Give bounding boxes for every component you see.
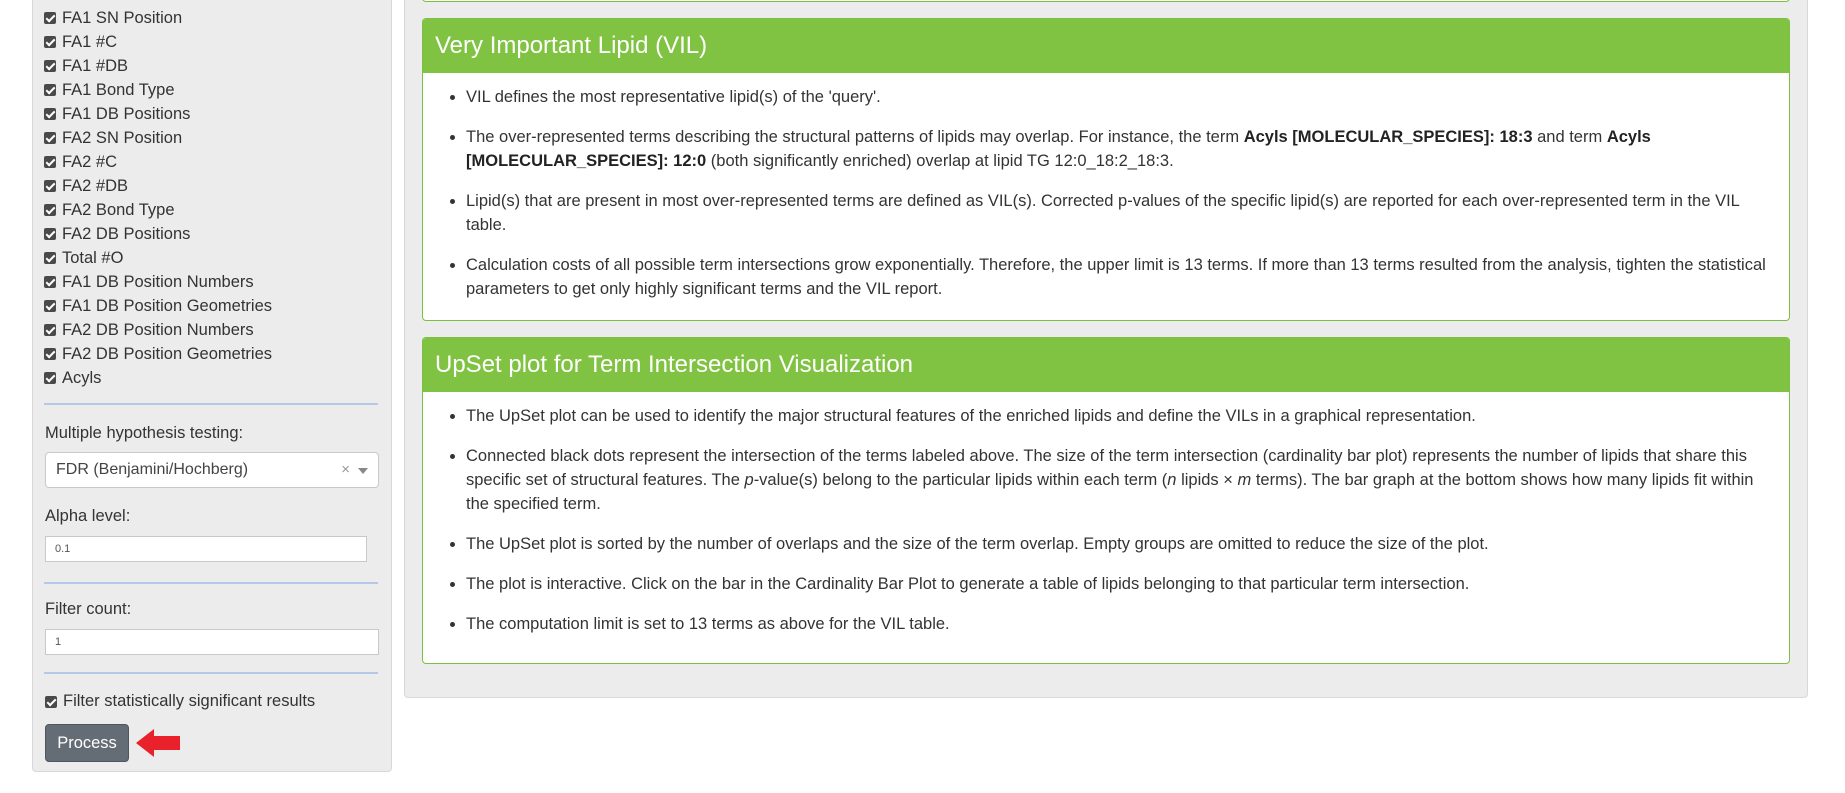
checkbox-box[interactable] xyxy=(44,108,56,120)
list-item: The plot is interactive. Click on the ba… xyxy=(466,572,1773,596)
checkbox-label: FA1 SN Position xyxy=(62,8,183,27)
checkbox-box[interactable] xyxy=(44,276,56,288)
checkbox-fa2-db[interactable]: FA2 #DB xyxy=(44,174,272,198)
red-arrow-icon xyxy=(136,729,180,757)
vil-card-title: Very Important Lipid (VIL) xyxy=(423,19,1789,73)
upset-info-list: The UpSet plot can be used to identify t… xyxy=(439,404,1773,636)
divider xyxy=(44,672,378,674)
checkbox-box[interactable] xyxy=(44,36,56,48)
checkbox-fa2-db-position-geometries[interactable]: FA2 DB Position Geometries xyxy=(44,342,272,366)
list-item: The over-represented terms describing th… xyxy=(466,125,1773,173)
checkbox-box[interactable] xyxy=(44,228,56,240)
list-item: The UpSet plot is sorted by the number o… xyxy=(466,532,1773,556)
checkbox-label: FA1 #DB xyxy=(62,56,129,75)
arrow-shape xyxy=(136,729,180,757)
list-item: VIL defines the most representative lipi… xyxy=(466,85,1773,109)
checkbox-label: FA1 DB Positions xyxy=(62,104,191,123)
checkbox-box[interactable] xyxy=(44,252,56,264)
select-value: FDR (Benjamini/Hochberg) xyxy=(56,461,249,478)
upset-card-title: UpSet plot for Term Intersection Visuali… xyxy=(423,338,1789,392)
list-item: The computation limit is set to 13 terms… xyxy=(466,612,1773,636)
term-acyls-18-3: Acyls [MOLECULAR_SPECIES]: 18:3 xyxy=(1243,128,1533,146)
checkbox-label: FA2 Bond Type xyxy=(62,200,175,219)
filter-count-input[interactable] xyxy=(45,629,379,655)
upset-card-body: The UpSet plot can be used to identify t… xyxy=(423,392,1789,636)
multiple-testing-select[interactable]: FDR (Benjamini/Hochberg) × xyxy=(45,452,379,488)
checkbox-box[interactable] xyxy=(44,324,56,336)
list-item: The UpSet plot can be used to identify t… xyxy=(466,404,1773,428)
text-segment: and term xyxy=(1532,128,1607,146)
list-item: Lipid(s) that are present in most over-r… xyxy=(466,189,1773,237)
checkbox-box[interactable] xyxy=(44,156,56,168)
checkbox-label: FA2 #DB xyxy=(62,176,129,195)
checkbox-label: FA2 DB Position Numbers xyxy=(62,320,254,339)
italic-p: p xyxy=(744,471,754,489)
checkbox-box[interactable] xyxy=(44,84,56,96)
checkbox-fa1-db[interactable]: FA1 #DB xyxy=(44,54,272,78)
checkbox-fa1-db-position-numbers[interactable]: FA1 DB Position Numbers xyxy=(44,270,272,294)
checkbox-fa2-db-positions[interactable]: FA2 DB Positions xyxy=(44,222,272,246)
list-item: Calculation costs of all possible term i… xyxy=(466,253,1773,301)
alpha-level-label: Alpha level: xyxy=(45,507,131,525)
multiple-testing-label: Multiple hypothesis testing: xyxy=(45,424,244,442)
text-segment: -value(s) belong to the particular lipid… xyxy=(753,471,1168,489)
alpha-level-input[interactable] xyxy=(45,536,367,562)
text-segment: The over-represented terms describing th… xyxy=(466,128,1244,146)
checkbox-box[interactable] xyxy=(44,12,56,24)
checkbox-label: Total #O xyxy=(62,248,124,267)
checkbox-label: FA2 SN Position xyxy=(62,128,183,147)
checkbox-fa1-bond-type[interactable]: FA1 Bond Type xyxy=(44,78,272,102)
checkbox-fa2-sn-position[interactable]: FA2 SN Position xyxy=(44,126,272,150)
checkbox-label: FA1 Bond Type xyxy=(62,80,175,99)
checkbox-fa1-db-positions[interactable]: FA1 DB Positions xyxy=(44,102,272,126)
divider xyxy=(44,582,378,584)
checkbox-total-o[interactable]: Total #O xyxy=(44,246,272,270)
checkbox-fa2-db-position-numbers[interactable]: FA2 DB Position Numbers xyxy=(44,318,272,342)
checkbox-fa2-c[interactable]: FA2 #C xyxy=(44,150,272,174)
vil-card: Very Important Lipid (VIL) VIL defines t… xyxy=(422,18,1790,321)
checkbox-label: FA1 DB Position Geometries xyxy=(62,296,273,315)
checkbox-fa1-c[interactable]: FA1 #C xyxy=(44,30,272,54)
text-segment: lipids × xyxy=(1176,471,1238,489)
divider xyxy=(44,403,378,405)
clear-icon[interactable]: × xyxy=(341,461,350,478)
checkbox-box[interactable] xyxy=(44,372,56,384)
upset-card: UpSet plot for Term Intersection Visuali… xyxy=(422,337,1790,664)
italic-m: m xyxy=(1237,471,1252,489)
checkbox-acyls[interactable]: Acyls xyxy=(44,366,272,390)
process-button[interactable]: Process xyxy=(45,724,129,762)
text-segment: (both significantly enriched) overlap at… xyxy=(706,152,1174,170)
checkbox-fa1-sn-position[interactable]: FA1 SN Position xyxy=(44,6,272,30)
filter-count-label: Filter count: xyxy=(45,600,132,618)
filter-significant-checkbox[interactable]: Filter statistically significant results xyxy=(45,692,315,711)
checkbox-label: FA2 DB Positions xyxy=(62,224,191,243)
checkbox-box[interactable] xyxy=(44,348,56,360)
checkbox-box[interactable] xyxy=(45,695,57,708)
checkbox-box[interactable] xyxy=(44,300,56,312)
previous-card-edge xyxy=(422,0,1790,2)
checkbox-label: FA2 DB Position Geometries xyxy=(62,344,273,363)
vil-card-body: VIL defines the most representative lipi… xyxy=(423,73,1789,301)
checkbox-box[interactable] xyxy=(44,60,56,72)
list-item: Connected black dots represent the inter… xyxy=(466,444,1773,516)
checkbox-fa2-bond-type[interactable]: FA2 Bond Type xyxy=(44,198,272,222)
checkbox-label: Filter statistically significant results xyxy=(63,692,316,710)
feature-checkbox-list: FA1 SN Position FA1 #C FA1 #DB FA1 Bond … xyxy=(44,6,272,390)
checkbox-box[interactable] xyxy=(44,132,56,144)
checkbox-label: FA1 DB Position Numbers xyxy=(62,272,254,291)
checkbox-label: Acyls xyxy=(62,368,102,387)
checkbox-label: FA2 #C xyxy=(62,152,118,171)
checkbox-box[interactable] xyxy=(44,204,56,216)
chevron-down-icon[interactable] xyxy=(358,468,368,474)
vil-info-list: VIL defines the most representative lipi… xyxy=(439,85,1773,301)
checkbox-fa1-db-position-geometries[interactable]: FA1 DB Position Geometries xyxy=(44,294,272,318)
checkbox-label: FA1 #C xyxy=(62,32,118,51)
checkbox-box[interactable] xyxy=(44,180,56,192)
